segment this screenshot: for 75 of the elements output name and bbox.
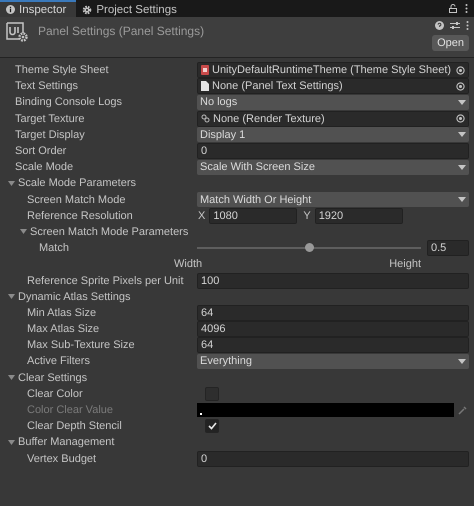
foldout-header[interactable]: Buffer Management	[4, 436, 114, 448]
range-label: Height	[389, 258, 421, 270]
property-label: Target Display	[14, 128, 86, 141]
expanded-arrow-icon[interactable]	[8, 180, 15, 187]
file-icon	[201, 81, 209, 92]
expanded-arrow-icon[interactable]	[8, 374, 15, 382]
dropdown[interactable]: No logs	[197, 94, 469, 110]
dropdown[interactable]: Scale With Screen Size	[197, 160, 469, 175]
range-label: Width	[174, 258, 202, 270]
foldout-header[interactable]: Clear Settings	[4, 372, 88, 384]
sliders-icon[interactable]	[450, 21, 460, 30]
axis-label: X	[197, 210, 206, 222]
input-field[interactable]: 0	[197, 450, 469, 467]
property-label: Clear Depth Stencil	[26, 420, 123, 432]
property-label: Reference Sprite Pixels per Unit	[26, 274, 185, 287]
help-icon[interactable]	[435, 21, 444, 30]
property-label: Binding Console Logs	[14, 96, 124, 108]
open-button[interactable]: Open	[432, 35, 469, 51]
input-field[interactable]: 1080	[209, 208, 298, 224]
property-label: Reference Resolution	[26, 210, 134, 222]
axis-label: Y	[302, 210, 312, 222]
eyedropper-icon[interactable]	[458, 405, 468, 416]
dropdown[interactable]: Display 1	[197, 127, 469, 142]
dropdown[interactable]: Match Width Or Height	[197, 192, 469, 208]
input-field[interactable]: 64	[197, 337, 469, 354]
property-label: Scale Mode	[14, 161, 74, 174]
property-label: Clear Color	[26, 388, 84, 400]
more-options-icon[interactable]	[466, 21, 469, 30]
stylesheet-icon	[201, 65, 209, 76]
dropdown-arrow-icon	[458, 100, 466, 105]
property-label: Match	[38, 242, 70, 254]
info-icon	[6, 5, 15, 14]
input-field[interactable]: 100	[197, 272, 469, 289]
foldout-header[interactable]: Scale Mode Parameters	[4, 177, 136, 190]
property-label: Theme Style Sheet	[14, 64, 110, 76]
property-label: Min Atlas Size	[26, 306, 98, 319]
tab[interactable]: Project Settings	[76, 0, 187, 17]
object-field[interactable]: None (Panel Text Settings)	[197, 78, 469, 94]
dropdown-arrow-icon	[458, 197, 466, 202]
dropdown-arrow-icon	[458, 358, 466, 364]
property-label: Active Filters	[26, 355, 91, 368]
component-title: Panel Settings (Panel Settings)	[38, 24, 204, 40]
expanded-arrow-icon[interactable]	[8, 293, 15, 300]
property-label: Sort Order	[14, 145, 68, 158]
input-field[interactable]: 64	[197, 304, 469, 321]
property-label: Text Settings	[14, 80, 79, 92]
input-field[interactable]: 0.5	[427, 240, 469, 256]
object-field[interactable]: UnityDefaultRuntimeTheme (Theme Style Sheet)	[197, 62, 469, 78]
expanded-arrow-icon[interactable]	[20, 228, 27, 236]
property-label: Max Atlas Size	[26, 323, 100, 336]
more-options-icon[interactable]	[465, 4, 468, 13]
checkmark-icon	[208, 422, 216, 430]
dropdown-arrow-icon	[458, 132, 466, 138]
dropdown-arrow-icon	[458, 164, 466, 170]
dropdown[interactable]: Everything	[197, 354, 469, 369]
foldout-header[interactable]: Screen Match Mode Parameters	[4, 226, 188, 238]
checkbox[interactable]	[205, 419, 219, 434]
object-field[interactable]: None (Render Texture)	[197, 110, 469, 127]
input-field[interactable]: 4096	[197, 321, 469, 338]
tab[interactable]: Inspector	[0, 0, 76, 17]
gear-icon	[82, 4, 92, 14]
expanded-arrow-icon[interactable]	[8, 438, 15, 446]
slider-thumb[interactable]	[305, 243, 314, 252]
property-label: Max Sub-Texture Size	[26, 339, 136, 352]
texture-icon	[201, 114, 210, 124]
lock-icon[interactable]	[449, 4, 457, 13]
property-label: Vertex Budget	[26, 452, 98, 465]
ui-settings-icon	[5, 21, 29, 43]
input-field[interactable]: 1920	[314, 208, 403, 224]
property-label: Color Clear Value	[26, 404, 114, 416]
property-label: Screen Match Mode	[26, 194, 126, 206]
property-label: Target Texture	[14, 112, 86, 125]
input-field[interactable]: 0	[197, 143, 469, 160]
foldout-header[interactable]: Dynamic Atlas Settings	[4, 290, 130, 303]
object-picker-icon[interactable]	[456, 114, 465, 124]
